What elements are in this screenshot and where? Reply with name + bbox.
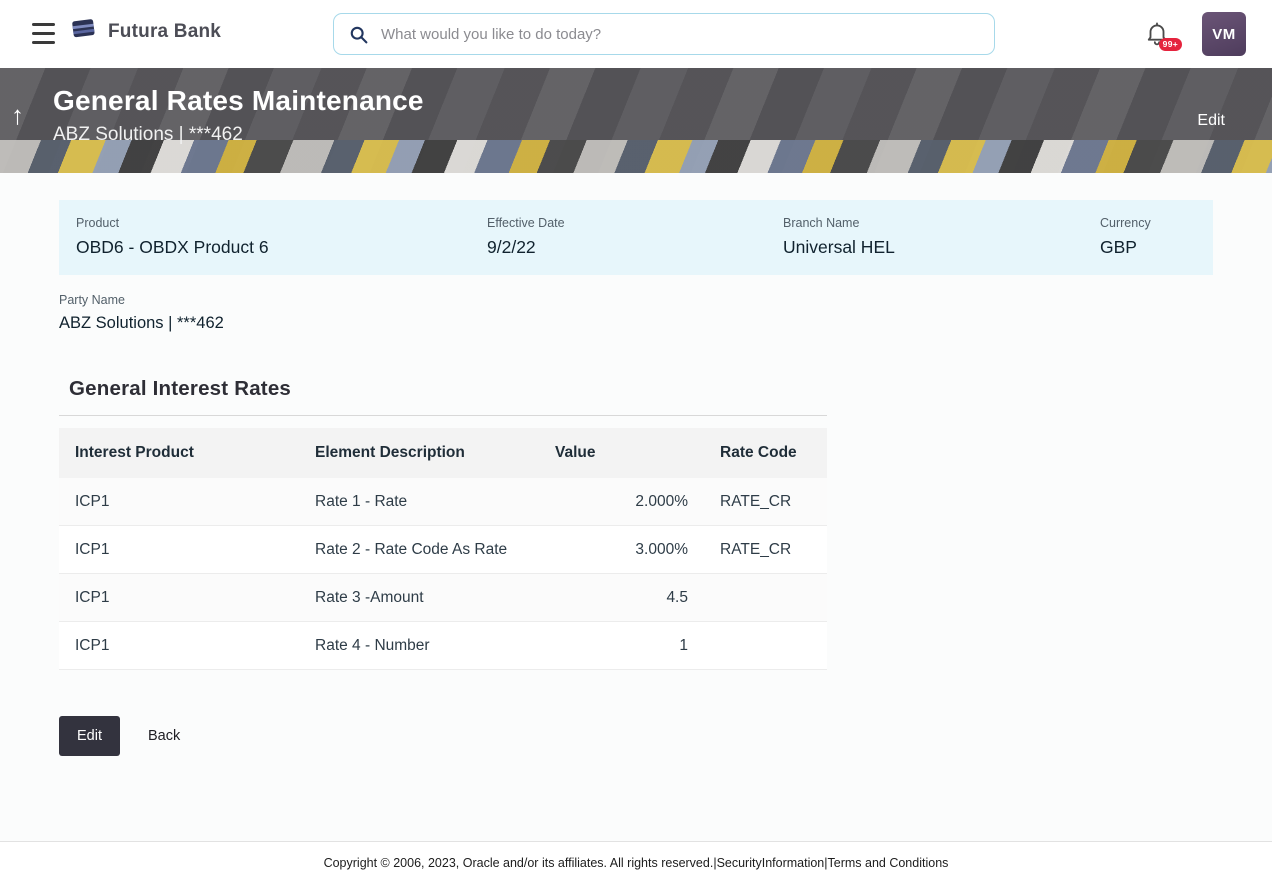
field-value: GBP — [1100, 237, 1213, 258]
banner-titles: General Rates Maintenance ABZ Solutions … — [0, 68, 1272, 146]
cell-rate-code — [704, 622, 827, 670]
party-name-field: Party Name ABZ Solutions | ***462 — [59, 293, 1272, 333]
field-value: OBD6 - OBDX Product 6 — [76, 237, 487, 258]
search-input[interactable] — [381, 26, 980, 43]
cell-element-description: Rate 2 - Rate Code As Rate — [299, 526, 539, 574]
product-field: Product OBD6 - OBDX Product 6 — [76, 216, 487, 258]
cell-rate-code: RATE_CR — [704, 526, 827, 574]
edit-button[interactable]: Edit — [59, 716, 120, 756]
page-title: General Rates Maintenance — [53, 85, 1272, 117]
cell-rate-code: RATE_CR — [704, 478, 827, 526]
header-rate-code: Rate Code — [704, 428, 827, 478]
field-label: Effective Date — [487, 216, 783, 230]
rates-table: Interest Product Element Description Val… — [59, 428, 827, 670]
section-title: General Interest Rates — [69, 377, 291, 400]
field-value: ABZ Solutions | ***462 — [59, 314, 1272, 333]
page-subtitle: ABZ Solutions | ***462 — [53, 124, 1272, 146]
summary-panel: Product OBD6 - OBDX Product 6 Effective … — [59, 200, 1213, 275]
page-header-banner: ↑ General Rates Maintenance ABZ Solution… — [0, 68, 1272, 173]
field-value: Universal HEL — [783, 237, 1100, 258]
table-row: ICP1 Rate 1 - Rate 2.000% RATE_CR — [59, 478, 827, 526]
hamburger-menu-icon[interactable] — [32, 23, 55, 44]
cell-element-description: Rate 1 - Rate — [299, 478, 539, 526]
footer-copyright: Copyright © 2006, 2023, Oracle and/or it… — [324, 856, 714, 870]
footer-link-security-information[interactable]: SecurityInformation — [717, 856, 825, 870]
action-buttons: Edit Back — [59, 716, 1272, 756]
cell-element-description: Rate 3 -Amount — [299, 574, 539, 622]
cell-interest-product: ICP1 — [59, 478, 299, 526]
cell-value: 2.000% — [539, 478, 704, 526]
section-header: General Interest Rates — [59, 377, 827, 416]
cell-value: 1 — [539, 622, 704, 670]
table-row: ICP1 Rate 2 - Rate Code As Rate 3.000% R… — [59, 526, 827, 574]
brand-logo[interactable]: Futura Bank — [70, 14, 221, 49]
table-header-row: Interest Product Element Description Val… — [59, 428, 827, 478]
topbar-right: 99+ VM — [1144, 0, 1246, 68]
field-label: Party Name — [59, 293, 1272, 307]
cell-rate-code — [704, 574, 827, 622]
cell-value: 3.000% — [539, 526, 704, 574]
page-footer: Copyright © 2006, 2023, Oracle and/or it… — [0, 841, 1272, 891]
notification-badge: 99+ — [1159, 38, 1182, 51]
header-interest-product: Interest Product — [59, 428, 299, 478]
field-label: Currency — [1100, 216, 1213, 230]
header-edit-link[interactable]: Edit — [1197, 112, 1225, 130]
search-icon — [348, 24, 369, 45]
cell-interest-product: ICP1 — [59, 622, 299, 670]
table-row: ICP1 Rate 4 - Number 1 — [59, 622, 827, 670]
cell-value: 4.5 — [539, 574, 704, 622]
notification-bell-icon[interactable]: 99+ — [1144, 20, 1170, 49]
table-row: ICP1 Rate 3 -Amount 4.5 — [59, 574, 827, 622]
cell-interest-product: ICP1 — [59, 526, 299, 574]
currency-field: Currency GBP — [1100, 216, 1213, 258]
main-content: Product OBD6 - OBDX Product 6 Effective … — [0, 173, 1272, 841]
branch-name-field: Branch Name Universal HEL — [783, 216, 1100, 258]
cell-element-description: Rate 4 - Number — [299, 622, 539, 670]
bank-flag-icon — [70, 14, 100, 49]
field-value: 9/2/22 — [487, 237, 783, 258]
field-label: Product — [76, 216, 487, 230]
global-search — [333, 13, 995, 55]
general-interest-rates-section: General Interest Rates Interest Product … — [59, 377, 827, 670]
effective-date-field: Effective Date 9/2/22 — [487, 216, 783, 258]
cell-interest-product: ICP1 — [59, 574, 299, 622]
field-label: Branch Name — [783, 216, 1100, 230]
brand-name: Futura Bank — [108, 21, 221, 43]
header-element-description: Element Description — [299, 428, 539, 478]
footer-link-terms-and-conditions[interactable]: Terms and Conditions — [828, 856, 949, 870]
header-value: Value — [539, 428, 704, 478]
top-bar: Futura Bank 99+ VM — [0, 0, 1272, 68]
back-button[interactable]: Back — [148, 728, 180, 744]
user-avatar[interactable]: VM — [1202, 12, 1246, 56]
